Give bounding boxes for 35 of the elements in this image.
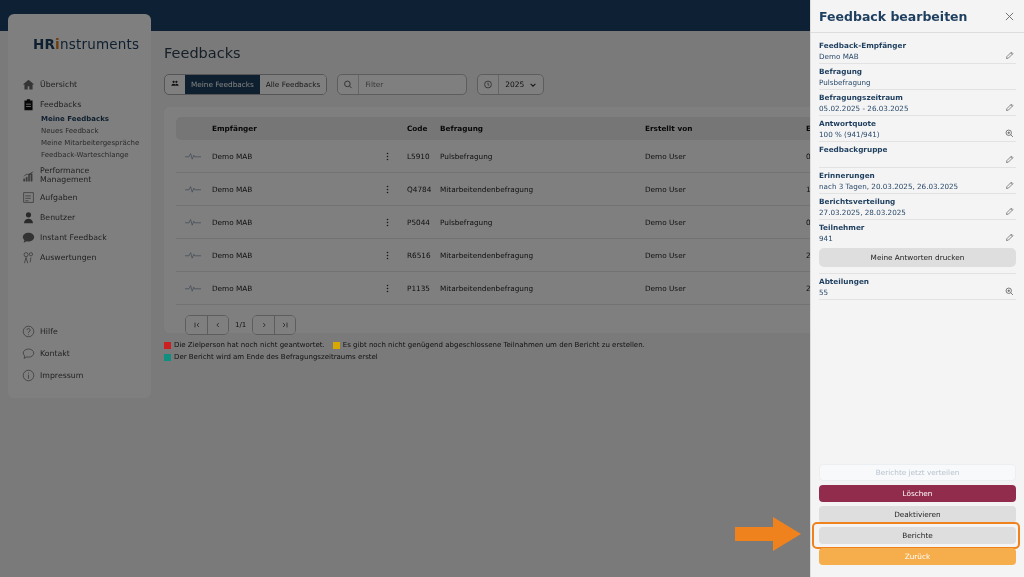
last-page-icon [281, 321, 290, 329]
pulse-icon [185, 218, 201, 226]
pencil-icon[interactable] [1005, 207, 1014, 216]
home-icon [22, 78, 35, 91]
first-page-button[interactable] [186, 316, 207, 334]
close-icon[interactable] [1005, 11, 1014, 21]
logo: HRinstruments [33, 36, 140, 52]
zoom-in-icon[interactable] [1005, 129, 1014, 138]
panel-title: Feedback bearbeiten [819, 8, 968, 24]
pulse-icon [185, 185, 201, 193]
pulse-icon [185, 284, 201, 292]
chat-icon [22, 231, 35, 244]
user-icon [22, 211, 35, 224]
info-icon [22, 369, 35, 382]
pulse-icon [185, 251, 201, 259]
clipboard-icon [22, 98, 35, 111]
zoom-in-icon[interactable] [1005, 287, 1014, 296]
people-icon [22, 251, 35, 264]
chevron-left-icon [214, 321, 222, 329]
pulse-icon [185, 152, 201, 160]
pencil-icon[interactable] [1005, 51, 1014, 60]
arrow-drawing [735, 517, 801, 551]
help-icon [22, 325, 35, 338]
pencil-icon[interactable] [1005, 181, 1014, 190]
document-icon [22, 191, 35, 204]
first-page-icon [192, 321, 201, 329]
pencil-icon[interactable] [1005, 233, 1014, 242]
last-page-button[interactable] [274, 316, 296, 334]
pencil-icon[interactable] [1005, 155, 1014, 164]
previous-page-button[interactable] [207, 316, 228, 334]
pencil-icon[interactable] [1005, 103, 1014, 112]
speech-bubble-icon [22, 347, 35, 360]
next-page-button[interactable] [253, 316, 275, 334]
page-title: Feedbacks [164, 45, 242, 61]
bar-chart-icon [22, 168, 35, 182]
